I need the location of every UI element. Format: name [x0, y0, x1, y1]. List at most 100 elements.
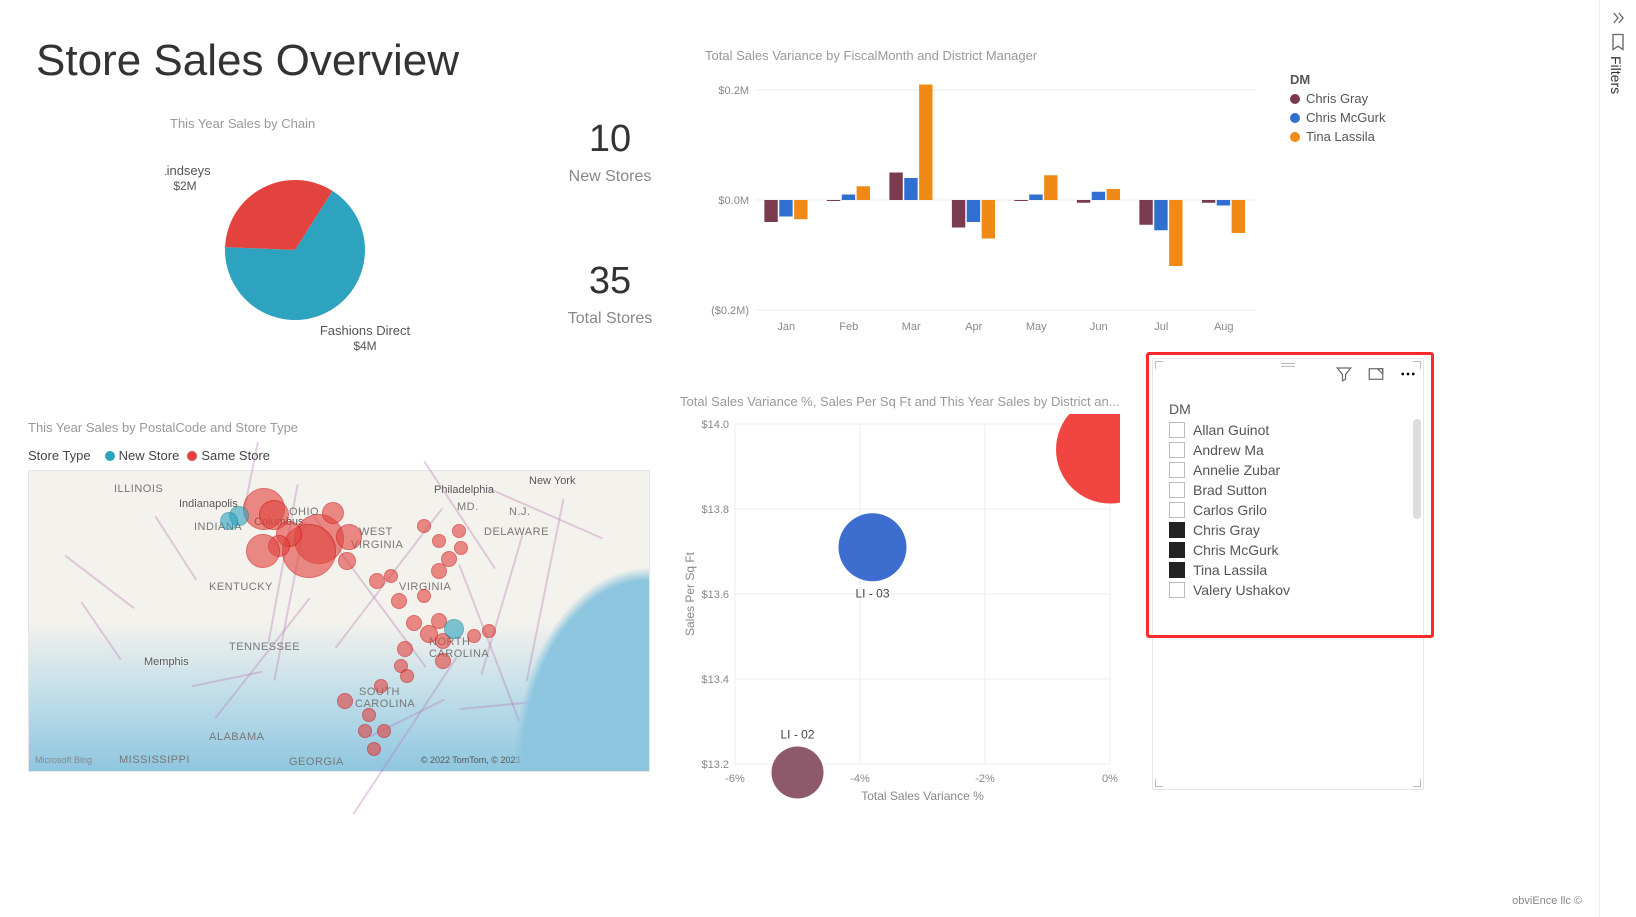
map-state-label: N.J.: [509, 506, 531, 518]
map-state-label: WEST: [359, 526, 393, 538]
svg-text:Fashions Direct: Fashions Direct: [320, 323, 411, 338]
pie-chart-title: This Year Sales by Chain: [170, 116, 315, 131]
map-bubble[interactable]: [454, 541, 468, 555]
kpi-total-stores-caption: Total Stores: [540, 310, 680, 328]
map-bubble[interactable]: [417, 519, 431, 533]
map-bubble[interactable]: [322, 502, 344, 524]
map-bubble[interactable]: [435, 653, 451, 669]
slicer-visual[interactable]: DM Allan Guinot Andrew Ma Annelie Zubar Bra…: [1152, 358, 1424, 790]
svg-text:Feb: Feb: [839, 321, 858, 333]
slicer-item[interactable]: Annelie Zubar: [1169, 461, 1411, 479]
bookmark-icon[interactable]: [1608, 32, 1628, 52]
map-legend-item[interactable]: New Store: [105, 448, 180, 463]
slicer-scrollbar[interactable]: [1413, 419, 1421, 599]
bar-legend-item[interactable]: Chris McGurk: [1290, 110, 1385, 125]
map-bubble[interactable]: [400, 669, 414, 683]
slicer-item[interactable]: Valery Ushakov: [1169, 581, 1411, 599]
checkbox-icon[interactable]: [1169, 482, 1185, 498]
drag-handle-icon[interactable]: [1278, 361, 1298, 369]
map-bubble[interactable]: [444, 619, 464, 639]
map-city-label: New York: [529, 475, 575, 487]
checkbox-icon[interactable]: [1169, 582, 1185, 598]
svg-text:Aug: Aug: [1214, 321, 1234, 333]
map-bubble[interactable]: [441, 551, 457, 567]
slicer-item-label: Andrew Ma: [1193, 442, 1264, 458]
map-city-label: Philadelphia: [434, 484, 494, 496]
slicer-item-label: Chris Gray: [1193, 522, 1260, 538]
checkbox-icon[interactable]: [1169, 542, 1185, 558]
map-chart[interactable]: Microsoft Bing © 2022 TomTom, © 2023 Mic…: [28, 470, 650, 772]
map-bubble[interactable]: [482, 624, 496, 638]
bar-chart-title: Total Sales Variance by FiscalMonth and …: [705, 48, 1037, 63]
slicer-item-label: Annelie Zubar: [1193, 462, 1280, 478]
map-legend: Store Type New StoreSame Store: [28, 448, 270, 464]
bar-chart-legend: DM Chris GrayChris McGurkTina Lassila: [1290, 72, 1385, 148]
bar-legend-item[interactable]: Chris Gray: [1290, 91, 1385, 106]
slicer-item[interactable]: Carlos Grilo: [1169, 501, 1411, 519]
slicer-item[interactable]: Andrew Ma: [1169, 441, 1411, 459]
svg-text:$0.2M: $0.2M: [718, 85, 749, 97]
filter-icon[interactable]: [1335, 365, 1353, 383]
slicer-item[interactable]: Chris Gray: [1169, 521, 1411, 539]
map-legend-item[interactable]: Same Store: [187, 448, 270, 463]
svg-text:Sales Per Sq Ft: Sales Per Sq Ft: [683, 551, 697, 636]
svg-text:$2M: $2M: [173, 179, 196, 193]
map-bubble[interactable]: [338, 552, 356, 570]
svg-text:Lindseys: Lindseys: [165, 163, 211, 178]
map-bubble[interactable]: [362, 708, 376, 722]
slicer-item-label: Allan Guinot: [1193, 422, 1269, 438]
map-bubble[interactable]: [397, 641, 413, 657]
map-bubble[interactable]: [369, 573, 385, 589]
svg-text:Jun: Jun: [1090, 321, 1108, 333]
svg-text:Mar: Mar: [902, 321, 921, 333]
checkbox-icon[interactable]: [1169, 442, 1185, 458]
pie-chart: Lindseys$2MFashions Direct$4M: [165, 140, 425, 360]
map-bubble[interactable]: [374, 679, 388, 693]
slicer-item-label: Chris McGurk: [1193, 542, 1279, 558]
map-state-label: CAROLINA: [355, 698, 415, 710]
map-state-label: KENTUCKY: [209, 581, 273, 593]
map-state-label: ALABAMA: [209, 731, 264, 743]
map-bubble[interactable]: [246, 534, 280, 568]
filters-pane-collapsed[interactable]: Filters: [1599, 0, 1636, 917]
filters-pane-label[interactable]: Filters: [1608, 56, 1624, 94]
map-bubble[interactable]: [384, 569, 398, 583]
map-state-label: TENNESSEE: [229, 641, 300, 653]
slicer-item[interactable]: Brad Sutton: [1169, 481, 1411, 499]
slicer-field-title: DM: [1169, 401, 1191, 417]
map-bubble[interactable]: [220, 512, 238, 530]
collapse-chevrons-icon[interactable]: [1608, 8, 1628, 28]
focus-mode-icon[interactable]: [1367, 365, 1385, 383]
bar-chart: ($0.2M)$0.0M$0.2MJanFebMarAprMayJunJulAu…: [705, 80, 1265, 340]
svg-text:$13.6: $13.6: [701, 589, 729, 601]
map-bubble[interactable]: [452, 524, 466, 538]
checkbox-icon[interactable]: [1169, 422, 1185, 438]
map-bubble[interactable]: [417, 589, 431, 603]
kpi-new-stores-caption: New Stores: [540, 168, 680, 186]
checkbox-icon[interactable]: [1169, 462, 1185, 478]
svg-text:Jan: Jan: [777, 321, 795, 333]
map-bubble[interactable]: [337, 693, 353, 709]
map-bubble[interactable]: [377, 724, 391, 738]
map-bubble[interactable]: [432, 534, 446, 548]
map-bubble[interactable]: [406, 615, 422, 631]
svg-text:0%: 0%: [1102, 773, 1118, 785]
map-bubble[interactable]: [391, 593, 407, 609]
slicer-item-list: Allan Guinot Andrew Ma Annelie Zubar Brad S…: [1169, 421, 1411, 599]
map-state-label: MD.: [457, 501, 479, 513]
svg-text:$13.2: $13.2: [701, 759, 729, 771]
slicer-item[interactable]: Allan Guinot: [1169, 421, 1411, 439]
map-bubble[interactable]: [367, 742, 381, 756]
checkbox-icon[interactable]: [1169, 522, 1185, 538]
kpi-total-stores-value: 35: [540, 260, 680, 303]
svg-text:LI - 03: LI - 03: [855, 586, 889, 600]
map-bubble[interactable]: [336, 524, 362, 550]
svg-text:-4%: -4%: [850, 773, 870, 785]
slicer-item[interactable]: Chris McGurk: [1169, 541, 1411, 559]
map-bubble[interactable]: [467, 629, 481, 643]
map-bubble[interactable]: [358, 724, 372, 738]
checkbox-icon[interactable]: [1169, 502, 1185, 518]
bar-legend-item[interactable]: Tina Lassila: [1290, 129, 1385, 144]
slicer-item[interactable]: Tina Lassila: [1169, 561, 1411, 579]
checkbox-icon[interactable]: [1169, 562, 1185, 578]
